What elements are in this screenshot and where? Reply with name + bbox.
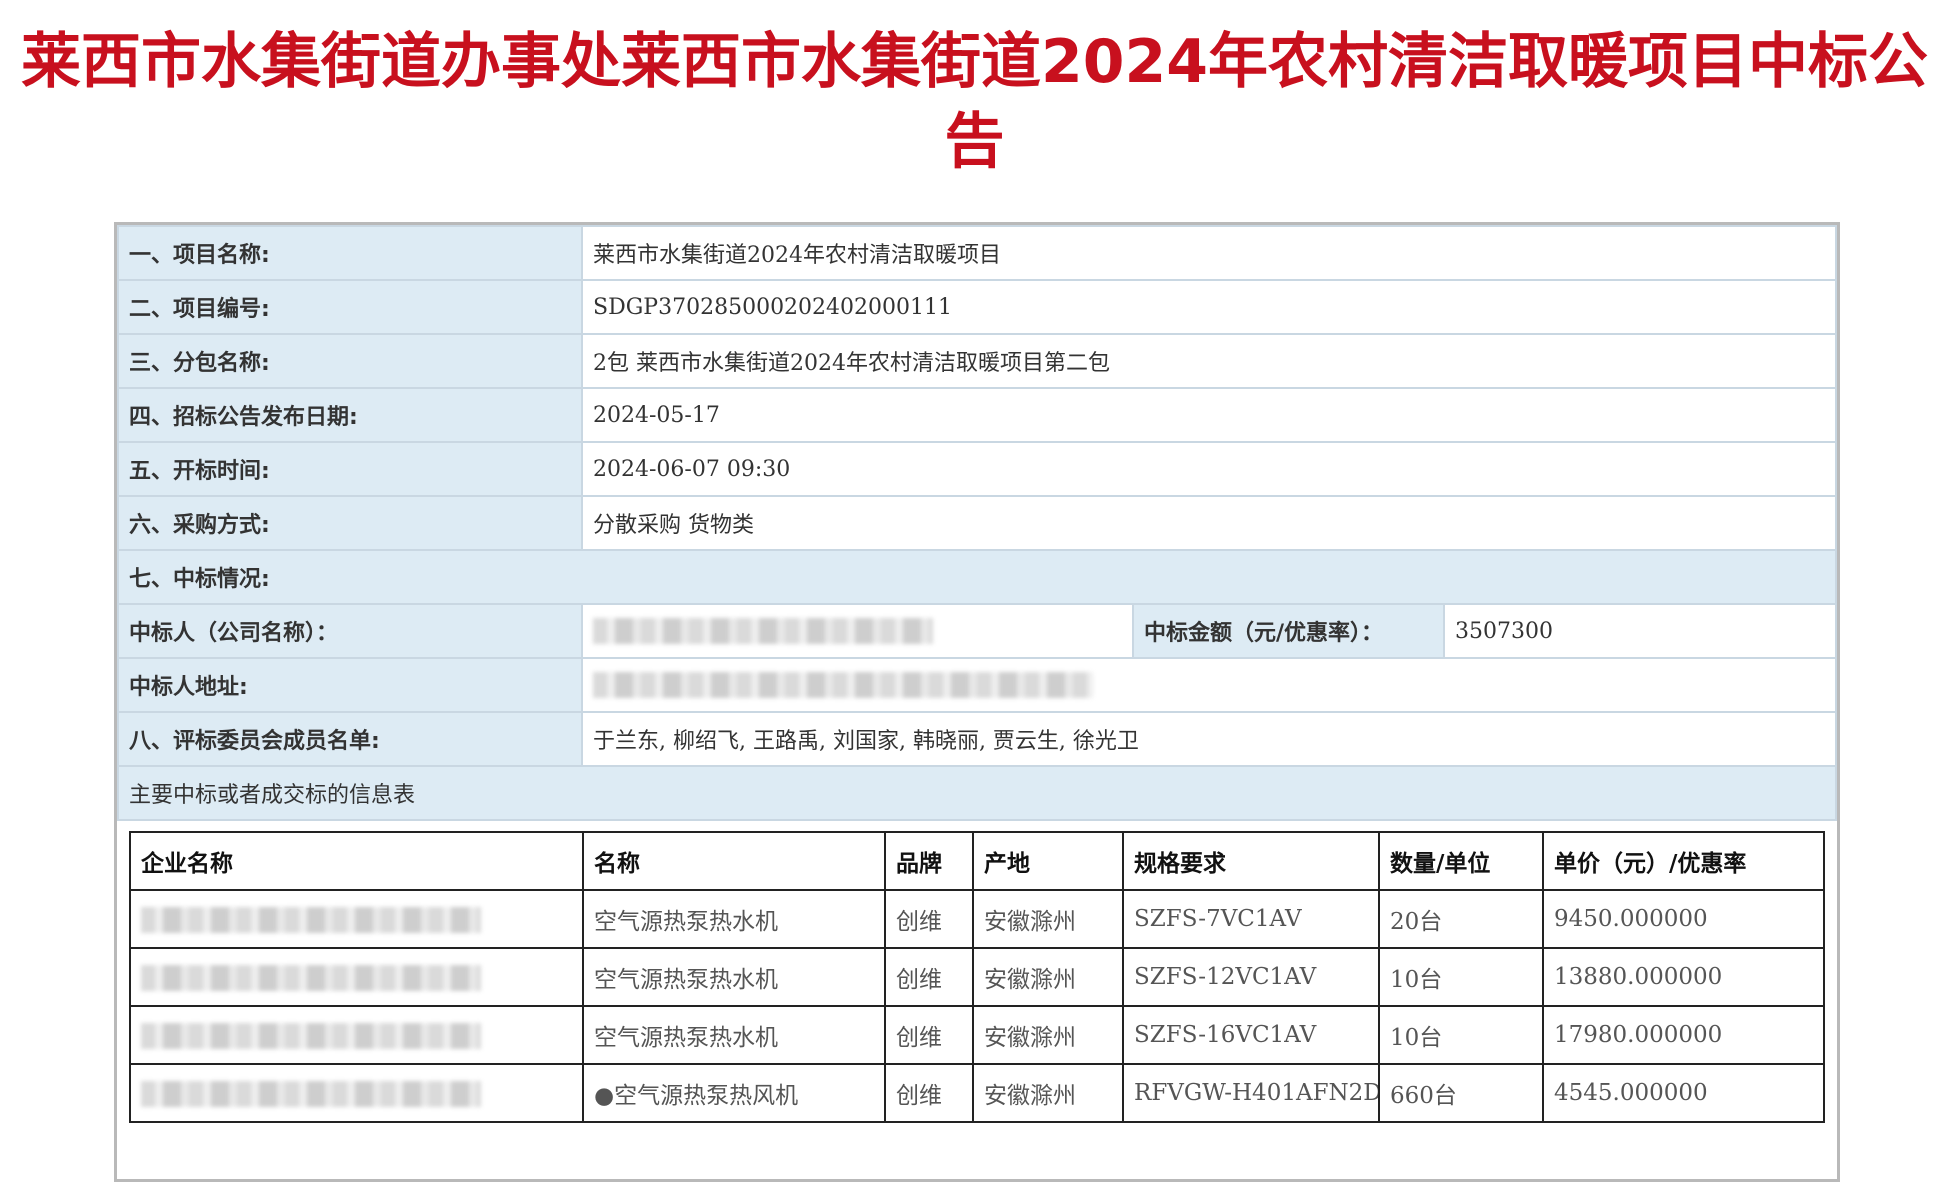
row-award: 七、中标情况:: [117, 549, 1837, 605]
item-price: 4545.000000: [1542, 1063, 1825, 1123]
project-no-value: SDGP370285000202402000111: [581, 279, 1837, 335]
row-committee: 八、评标委员会成员名单: 于兰东, 柳绍飞, 王路禹, 刘国家, 韩晓丽, 贾云…: [117, 711, 1837, 767]
item-origin: 安徽滁州: [972, 947, 1124, 1007]
item-name: 空气源热泵热水机: [582, 947, 886, 1007]
table-row: 空气源热泵热水机 创维 安徽滁州 SZFS-12VC1AV 10台 13880.…: [129, 947, 1825, 1007]
item-name: 空气源热泵热水机: [582, 1005, 886, 1065]
header-qty: 数量/单位: [1378, 831, 1544, 891]
announcement-table: 一、项目名称: 莱西市水集街道2024年农村清洁取暖项目 二、项目编号: SDG…: [114, 222, 1840, 1182]
item-price: 13880.000000: [1542, 947, 1825, 1007]
winner-label: 中标人（公司名称）：: [117, 603, 583, 659]
item-origin: 安徽滁州: [972, 889, 1124, 949]
method-label: 六、采购方式:: [117, 495, 583, 551]
items-table-wrap: 企业名称 名称 品牌 产地 规格要求 数量/单位 单价（元）/优惠率 空气源热泵…: [117, 821, 1837, 1135]
redacted-block: [141, 964, 481, 991]
winner-address-redacted: [581, 657, 1837, 713]
project-name-value: 莱西市水集街道2024年农村清洁取暖项目: [581, 225, 1837, 281]
row-publish-date: 四、招标公告发布日期: 2024-05-17: [117, 387, 1837, 443]
row-open-time: 五、开标时间: 2024-06-07 09:30: [117, 441, 1837, 497]
company-redacted: [129, 1005, 584, 1065]
redacted-block: [141, 1022, 481, 1049]
row-project-no: 二、项目编号: SDGP370285000202402000111: [117, 279, 1837, 335]
row-winner: 中标人（公司名称）： 中标金额（元/优惠率）： 3507300: [117, 603, 1837, 659]
redacted-block: [593, 618, 933, 644]
package-label: 三、分包名称:: [117, 333, 583, 389]
committee-value: 于兰东, 柳绍飞, 王路禹, 刘国家, 韩晓丽, 贾云生, 徐光卫: [581, 711, 1837, 767]
open-time-label: 五、开标时间:: [117, 441, 583, 497]
winner-address-label: 中标人地址:: [117, 657, 583, 713]
item-brand: 创维: [884, 1063, 974, 1123]
item-price: 9450.000000: [1542, 889, 1825, 949]
row-project-name: 一、项目名称: 莱西市水集街道2024年农村清洁取暖项目: [117, 225, 1837, 281]
row-items-title: 主要中标或者成交标的信息表: [117, 765, 1837, 821]
item-brand: 创维: [884, 889, 974, 949]
publish-date-label: 四、招标公告发布日期:: [117, 387, 583, 443]
committee-label: 八、评标委员会成员名单:: [117, 711, 583, 767]
open-time-value: 2024-06-07 09:30: [581, 441, 1837, 497]
item-qty: 10台: [1378, 1005, 1544, 1065]
item-spec: SZFS-16VC1AV: [1122, 1005, 1380, 1065]
item-spec: SZFS-7VC1AV: [1122, 889, 1380, 949]
items-table-title: 主要中标或者成交标的信息表: [117, 765, 1837, 821]
row-winner-address: 中标人地址:: [117, 657, 1837, 713]
award-label: 七、中标情况:: [117, 549, 1837, 605]
redacted-block: [141, 906, 481, 933]
item-origin: 安徽滁州: [972, 1005, 1124, 1065]
item-qty: 20台: [1378, 889, 1544, 949]
header-company: 企业名称: [129, 831, 584, 891]
item-spec: SZFS-12VC1AV: [1122, 947, 1380, 1007]
row-package: 三、分包名称: 2包 莱西市水集街道2024年农村清洁取暖项目第二包: [117, 333, 1837, 389]
header-brand: 品牌: [884, 831, 974, 891]
item-brand: 创维: [884, 947, 974, 1007]
table-row: 空气源热泵热水机 创维 安徽滁州 SZFS-7VC1AV 20台 9450.00…: [129, 889, 1825, 949]
item-brand: 创维: [884, 1005, 974, 1065]
row-method: 六、采购方式: 分散采购 货物类: [117, 495, 1837, 551]
redacted-block: [593, 672, 1093, 698]
header-name: 名称: [582, 831, 886, 891]
company-redacted: [129, 889, 584, 949]
page-title: 莱西市水集街道办事处莱西市水集街道2024年农村清洁取暖项目中标公告: [21, 27, 1928, 177]
table-row: 空气源热泵热水机 创维 安徽滁州 SZFS-16VC1AV 10台 17980.…: [129, 1005, 1825, 1065]
item-price: 17980.000000: [1542, 1005, 1825, 1065]
project-name-label: 一、项目名称:: [117, 225, 583, 281]
publish-date-value: 2024-05-17: [581, 387, 1837, 443]
item-name: 空气源热泵热水机: [582, 889, 886, 949]
company-redacted: [129, 947, 584, 1007]
winner-value-redacted: [581, 603, 1134, 659]
items-header-row: 企业名称 名称 品牌 产地 规格要求 数量/单位 单价（元）/优惠率: [129, 831, 1825, 891]
header-price: 单价（元）/优惠率: [1542, 831, 1825, 891]
header-spec: 规格要求: [1122, 831, 1380, 891]
table-row: ●空气源热泵热风机 创维 安徽滁州 RFVGW-H401AFN2D 660台 4…: [129, 1063, 1825, 1123]
amount-label: 中标金额（元/优惠率）：: [1132, 603, 1445, 659]
item-name: ●空气源热泵热风机: [582, 1063, 886, 1123]
item-spec: RFVGW-H401AFN2D: [1122, 1063, 1380, 1123]
redacted-block: [141, 1080, 481, 1107]
info-table: 一、项目名称: 莱西市水集街道2024年农村清洁取暖项目 二、项目编号: SDG…: [117, 225, 1837, 821]
company-redacted: [129, 1063, 584, 1123]
items-table: 企业名称 名称 品牌 产地 规格要求 数量/单位 单价（元）/优惠率 空气源热泵…: [129, 831, 1825, 1123]
amount-value: 3507300: [1443, 603, 1837, 659]
item-qty: 660台: [1378, 1063, 1544, 1123]
item-qty: 10台: [1378, 947, 1544, 1007]
method-value: 分散采购 货物类: [581, 495, 1837, 551]
header-origin: 产地: [972, 831, 1124, 891]
item-origin: 安徽滁州: [972, 1063, 1124, 1123]
project-no-label: 二、项目编号:: [117, 279, 583, 335]
package-value: 2包 莱西市水集街道2024年农村清洁取暖项目第二包: [581, 333, 1837, 389]
